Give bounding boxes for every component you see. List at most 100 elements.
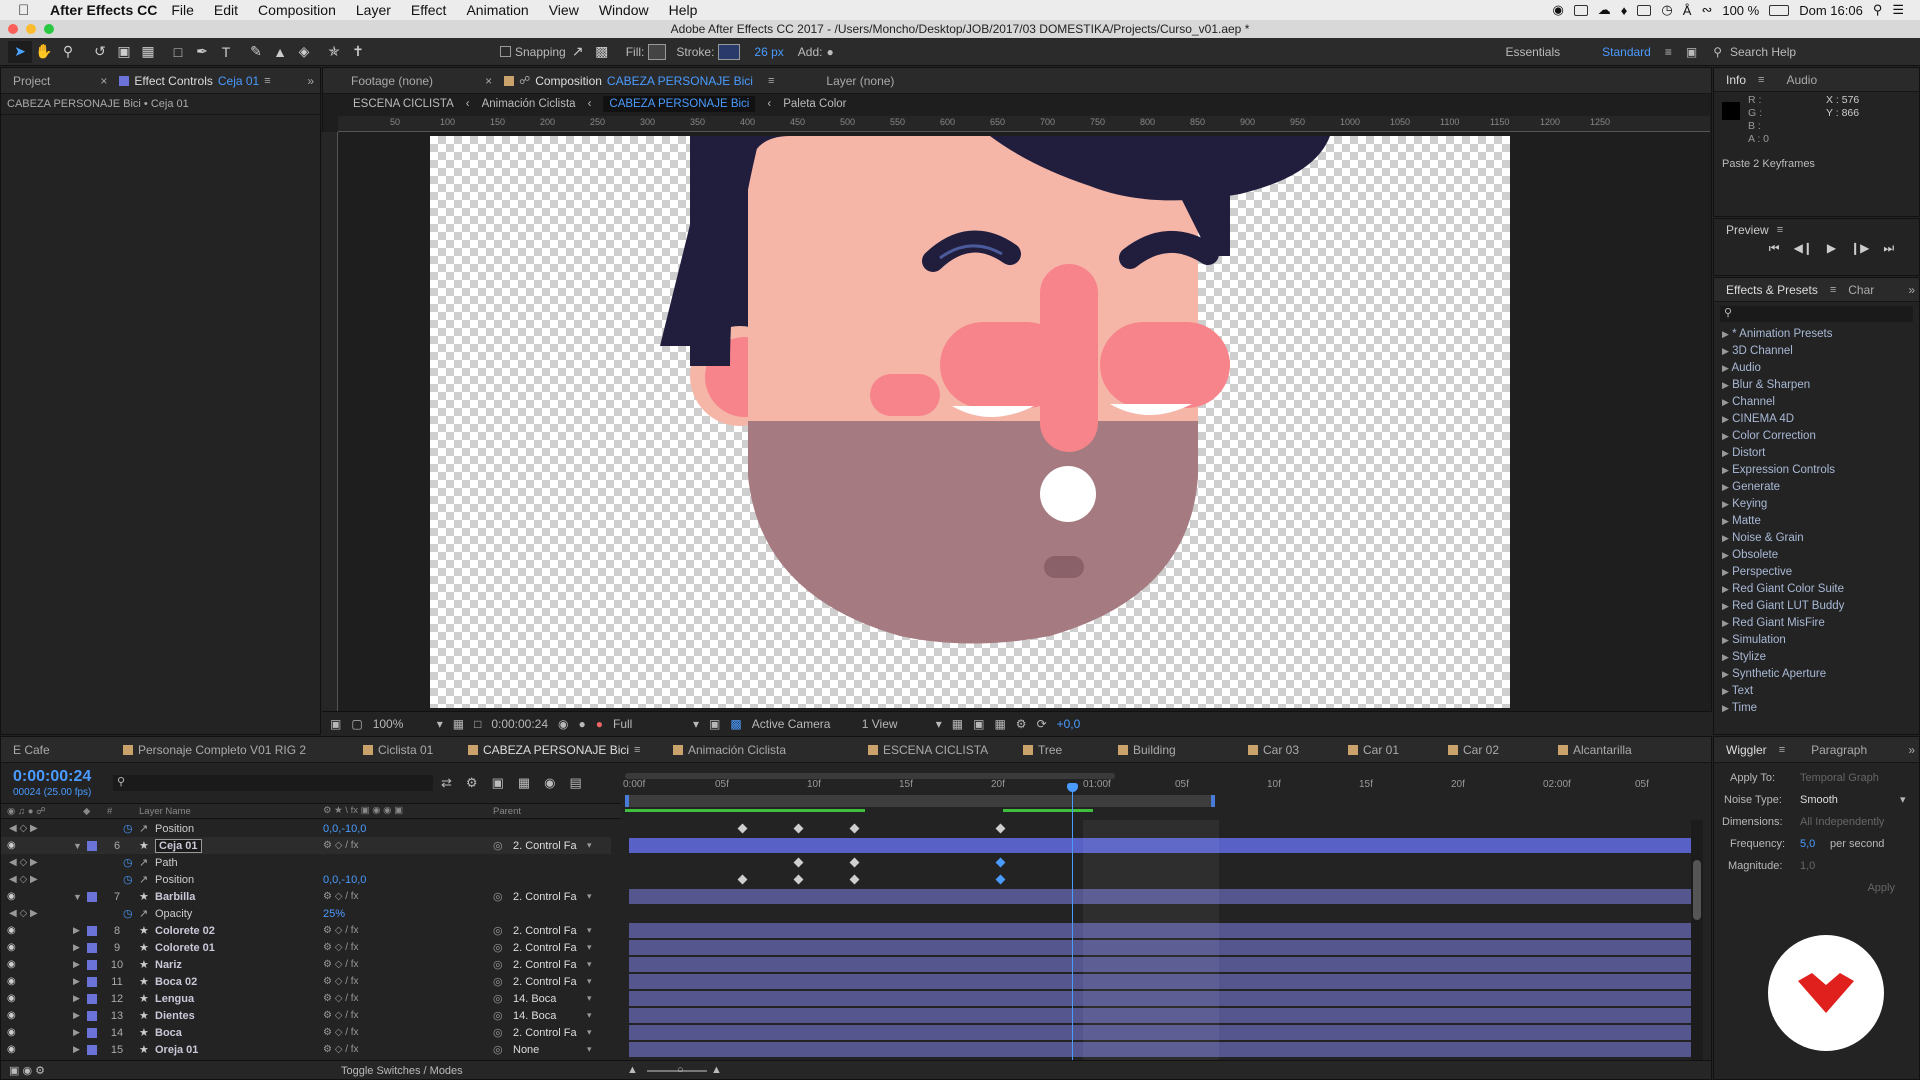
record-icon[interactable]: ◉ [1552, 2, 1563, 18]
tab-paragraph[interactable]: Paragraph [1799, 743, 1879, 757]
effects-category[interactable]: ▶ Color Correction [1714, 428, 1919, 445]
parent-select[interactable]: 14. Boca [513, 993, 556, 1005]
play-icon[interactable]: ▶ [1827, 241, 1836, 256]
display-icon[interactable] [1573, 4, 1588, 16]
keyframe[interactable] [849, 874, 860, 885]
layer-row[interactable]: ◉ ▼ 7 ★ Barbilla ⚙ ◇ / fx ◎ 2. Control Fa ▾ [1, 888, 611, 905]
tab-effects-presets[interactable]: Effects & Presets [1714, 283, 1830, 297]
spotlight-icon[interactable]: ⚲ [1873, 2, 1883, 18]
effects-category[interactable]: ▶ Noise & Grain [1714, 530, 1919, 547]
keyframe-navigator-icon[interactable]: ◀ ◇ ▶ [9, 874, 38, 885]
timeline-tab[interactable]: Tree [1011, 743, 1074, 757]
expand-icon[interactable]: » [1908, 743, 1919, 757]
property-row[interactable]: ◀ ◇ ▶ ◷ ↗ Path [1, 854, 611, 871]
parent-select[interactable]: 2. Control Fa [513, 1027, 577, 1039]
layer-name[interactable]: Boca [155, 1027, 182, 1039]
pick-whip-icon[interactable]: ◎ [493, 1009, 503, 1022]
rotate-tool-icon[interactable]: ↺ [88, 41, 112, 63]
pan-behind-tool-icon[interactable]: ▦ [136, 41, 160, 63]
expand-triangle-icon[interactable]: ▶ [73, 993, 80, 1004]
visibility-eye-icon[interactable]: ◉ [7, 1044, 16, 1055]
evernote-icon[interactable]: ♦ [1621, 3, 1628, 18]
visibility-eye-icon[interactable]: ◉ [7, 1010, 16, 1021]
tab-character[interactable]: Char [1836, 283, 1886, 297]
next-frame-icon[interactable]: ❙▶ [1850, 241, 1869, 256]
timeline-tab[interactable]: Car 02 [1436, 743, 1511, 757]
zoom-tool-icon[interactable]: ⚲ [56, 41, 80, 63]
keyframe-navigator-icon[interactable]: ◀ ◇ ▶ [9, 857, 38, 868]
layer-switches[interactable]: ⚙ ◇ / fx [323, 840, 359, 851]
menu-file[interactable]: File [171, 2, 194, 18]
timeline-tab[interactable]: CABEZA PERSONAJE Bici ≡ [456, 743, 652, 757]
show-snapshot-icon[interactable]: ● [579, 717, 586, 731]
hand-tool-icon[interactable]: ✋ [32, 41, 56, 63]
toggle-pixel-icon[interactable]: ▦ [952, 717, 963, 731]
bluetooth-icon[interactable]: Å [1683, 3, 1692, 18]
effects-category[interactable]: ▶ Channel [1714, 394, 1919, 411]
expand-triangle-icon[interactable]: ▶ [73, 1044, 80, 1055]
menu-window[interactable]: Window [599, 2, 649, 18]
noise-type-select[interactable]: Smooth [1800, 789, 1900, 811]
workspace-essentials[interactable]: Essentials [1505, 45, 1560, 59]
layer-switches[interactable]: ⚙ ◇ / fx [323, 925, 359, 936]
effects-category[interactable]: ▶ Time [1714, 700, 1919, 717]
keyframe[interactable] [737, 874, 748, 885]
effects-category[interactable]: ▶ * Animation Presets [1714, 326, 1919, 343]
app-menu[interactable]: After Effects CC [50, 2, 157, 18]
parent-select[interactable]: 2. Control Fa [513, 891, 577, 903]
effects-category[interactable]: ▶ Red Giant LUT Buddy [1714, 598, 1919, 615]
first-frame-icon[interactable]: ⏮ [1769, 241, 1780, 256]
vertical-ruler[interactable] [322, 132, 338, 712]
color-channel-icon[interactable]: ● [596, 717, 603, 731]
expand-triangle-icon[interactable]: ▶ [73, 959, 80, 970]
tab-footage[interactable]: Footage (none) [339, 74, 445, 88]
layer-name[interactable]: Lengua [155, 993, 194, 1005]
menu-view[interactable]: View [549, 2, 579, 18]
effects-category[interactable]: ▶ Generate [1714, 479, 1919, 496]
effects-category[interactable]: ▶ Text [1714, 683, 1919, 700]
pick-whip-icon[interactable]: ◎ [493, 992, 503, 1005]
expand-panel-icon[interactable]: » [307, 74, 320, 88]
effects-category[interactable]: ▶ Distort [1714, 445, 1919, 462]
keyframe-navigator-icon[interactable]: ◀ ◇ ▶ [9, 823, 38, 834]
expand-triangle-icon[interactable]: ▶ [73, 925, 80, 936]
keyframe[interactable] [995, 857, 1006, 868]
timeline-tab[interactable]: Ciclista 01 [351, 743, 445, 757]
layer-row[interactable]: ◉ ▶ 10 ★ Nariz ⚙ ◇ / fx ◎ 2. Control Fa ▾ [1, 956, 611, 973]
apply-to-select[interactable]: Temporal Graph [1800, 767, 1879, 789]
menu-edit[interactable]: Edit [214, 2, 238, 18]
pick-whip-icon[interactable]: ◎ [493, 1043, 503, 1056]
menu-effect[interactable]: Effect [411, 2, 447, 18]
layer-name[interactable]: Barbilla [155, 891, 195, 903]
tab-composition[interactable]: ☍ Composition CABEZA PERSONAJE Bici ≡ [492, 74, 786, 88]
visibility-eye-icon[interactable]: ◉ [7, 993, 16, 1004]
layer-label-color[interactable] [87, 925, 97, 936]
panel-menu-icon[interactable]: ≡ [264, 75, 270, 87]
dimensions-select[interactable]: All Independently [1800, 811, 1884, 833]
stopwatch-icon[interactable]: ◷ [123, 907, 133, 920]
layer-name[interactable]: Colorete 02 [155, 925, 215, 937]
playhead[interactable] [1072, 787, 1073, 1069]
workspace-standard[interactable]: Standard [1602, 45, 1651, 59]
preview-menu-icon[interactable]: ≡ [1777, 224, 1783, 236]
parent-header[interactable]: Parent [493, 806, 521, 817]
frame-blending-icon[interactable]: ▦ [518, 775, 530, 791]
expand-triangle-icon[interactable]: ▼ [73, 892, 82, 902]
visibility-eye-icon[interactable]: ◉ [7, 840, 16, 851]
snapshot-icon[interactable]: ◉ [558, 717, 568, 731]
layer-name[interactable]: Nariz [155, 959, 182, 971]
menu-composition[interactable]: Composition [258, 2, 336, 18]
layer-row[interactable]: ◉ ▶ 9 ★ Colorete 01 ⚙ ◇ / fx ◎ 2. Control Fa ▾ [1, 939, 611, 956]
draft-3d-icon[interactable]: ⚙ [466, 775, 478, 791]
timeline-tab[interactable]: Alcantarilla [1546, 743, 1644, 757]
apply-button[interactable]: Apply [1714, 877, 1919, 899]
last-frame-icon[interactable]: ⏭ [1883, 241, 1894, 256]
keyframe[interactable] [995, 874, 1006, 885]
zoom-select[interactable]: 100% [373, 717, 427, 731]
snap-options-icon[interactable]: ↗ [566, 41, 590, 63]
add-shape-icon[interactable]: ● [826, 45, 833, 59]
tab-layer[interactable]: Layer (none) [814, 74, 906, 88]
layer-label-color[interactable] [87, 1027, 97, 1038]
property-row[interactable]: ◀ ◇ ▶ ◷ ↗ Position 0,0,-10,0 [1, 871, 611, 888]
zoom-out-icon[interactable]: ▲ [627, 1064, 638, 1076]
